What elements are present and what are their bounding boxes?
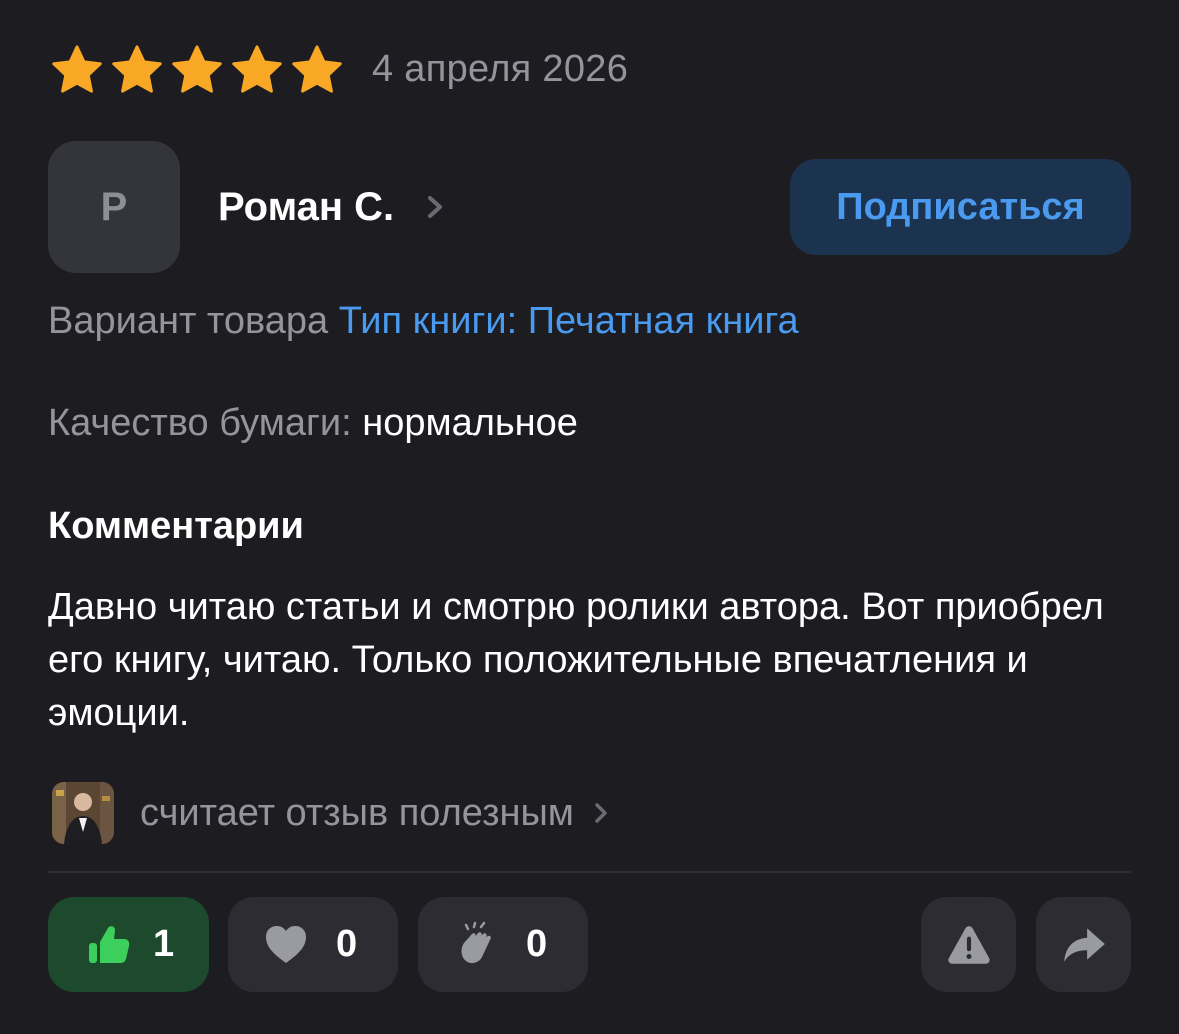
quality-label: Качество бумаги: [48, 402, 352, 444]
comments-title: Комментарии [48, 505, 304, 547]
star-icon [232, 45, 282, 93]
voter-photo-icon [52, 782, 114, 844]
author-avatar[interactable]: Р [48, 141, 180, 273]
like-reaction-button[interactable]: 1 [48, 897, 209, 992]
star-icon [292, 45, 342, 93]
author-name: Роман С. [218, 184, 395, 229]
star-rating [48, 44, 346, 94]
clap-reaction-button[interactable]: 0 [418, 897, 588, 992]
star-icon [112, 45, 162, 93]
clap-count: 0 [526, 923, 548, 965]
variant-value-link[interactable]: Тип книги: Печатная книга [339, 300, 799, 342]
star-icon [172, 45, 222, 93]
review-date: 4 апреля 2026 [372, 47, 629, 90]
star-icon [52, 45, 102, 93]
voter-avatar [52, 782, 114, 844]
heart-icon [266, 925, 306, 963]
paper-quality: Качество бумаги: нормальное [48, 402, 578, 445]
chevron-right-icon [595, 803, 607, 823]
chevron-right-icon [428, 196, 443, 218]
helpful-votes-link[interactable]: считает отзыв полезным [52, 782, 610, 844]
report-button[interactable] [921, 897, 1016, 992]
variant-label: Вариант товара [48, 300, 329, 342]
comments-text: Давно читаю статьи и смотрю ролики автор… [48, 586, 1104, 734]
subscribe-button[interactable]: Подписаться [790, 159, 1131, 255]
review-card: 4 апреля 2026 Р Роман С. Подписаться Вар… [0, 0, 1179, 1034]
author-profile-link[interactable]: Роман С. [218, 185, 446, 230]
heart-reaction-button[interactable]: 0 [228, 897, 398, 992]
share-button[interactable] [1036, 897, 1131, 992]
helpful-text: считает отзыв полезным [140, 791, 574, 834]
heart-count: 0 [336, 923, 358, 965]
author-row: Р Роман С. Подписаться [48, 141, 1131, 273]
product-variant: Вариант товара Тип книги: Печатная книга [48, 300, 799, 343]
like-count: 1 [153, 923, 175, 965]
quality-value: нормальное [362, 402, 578, 444]
avatar-initial: Р [100, 184, 128, 229]
report-warning-icon [947, 925, 990, 964]
share-arrow-icon [1063, 927, 1105, 962]
thumbs-up-icon [89, 925, 130, 963]
divider [48, 871, 1131, 873]
rating-row: 4 апреля 2026 [48, 44, 628, 94]
clap-icon [461, 921, 491, 963]
